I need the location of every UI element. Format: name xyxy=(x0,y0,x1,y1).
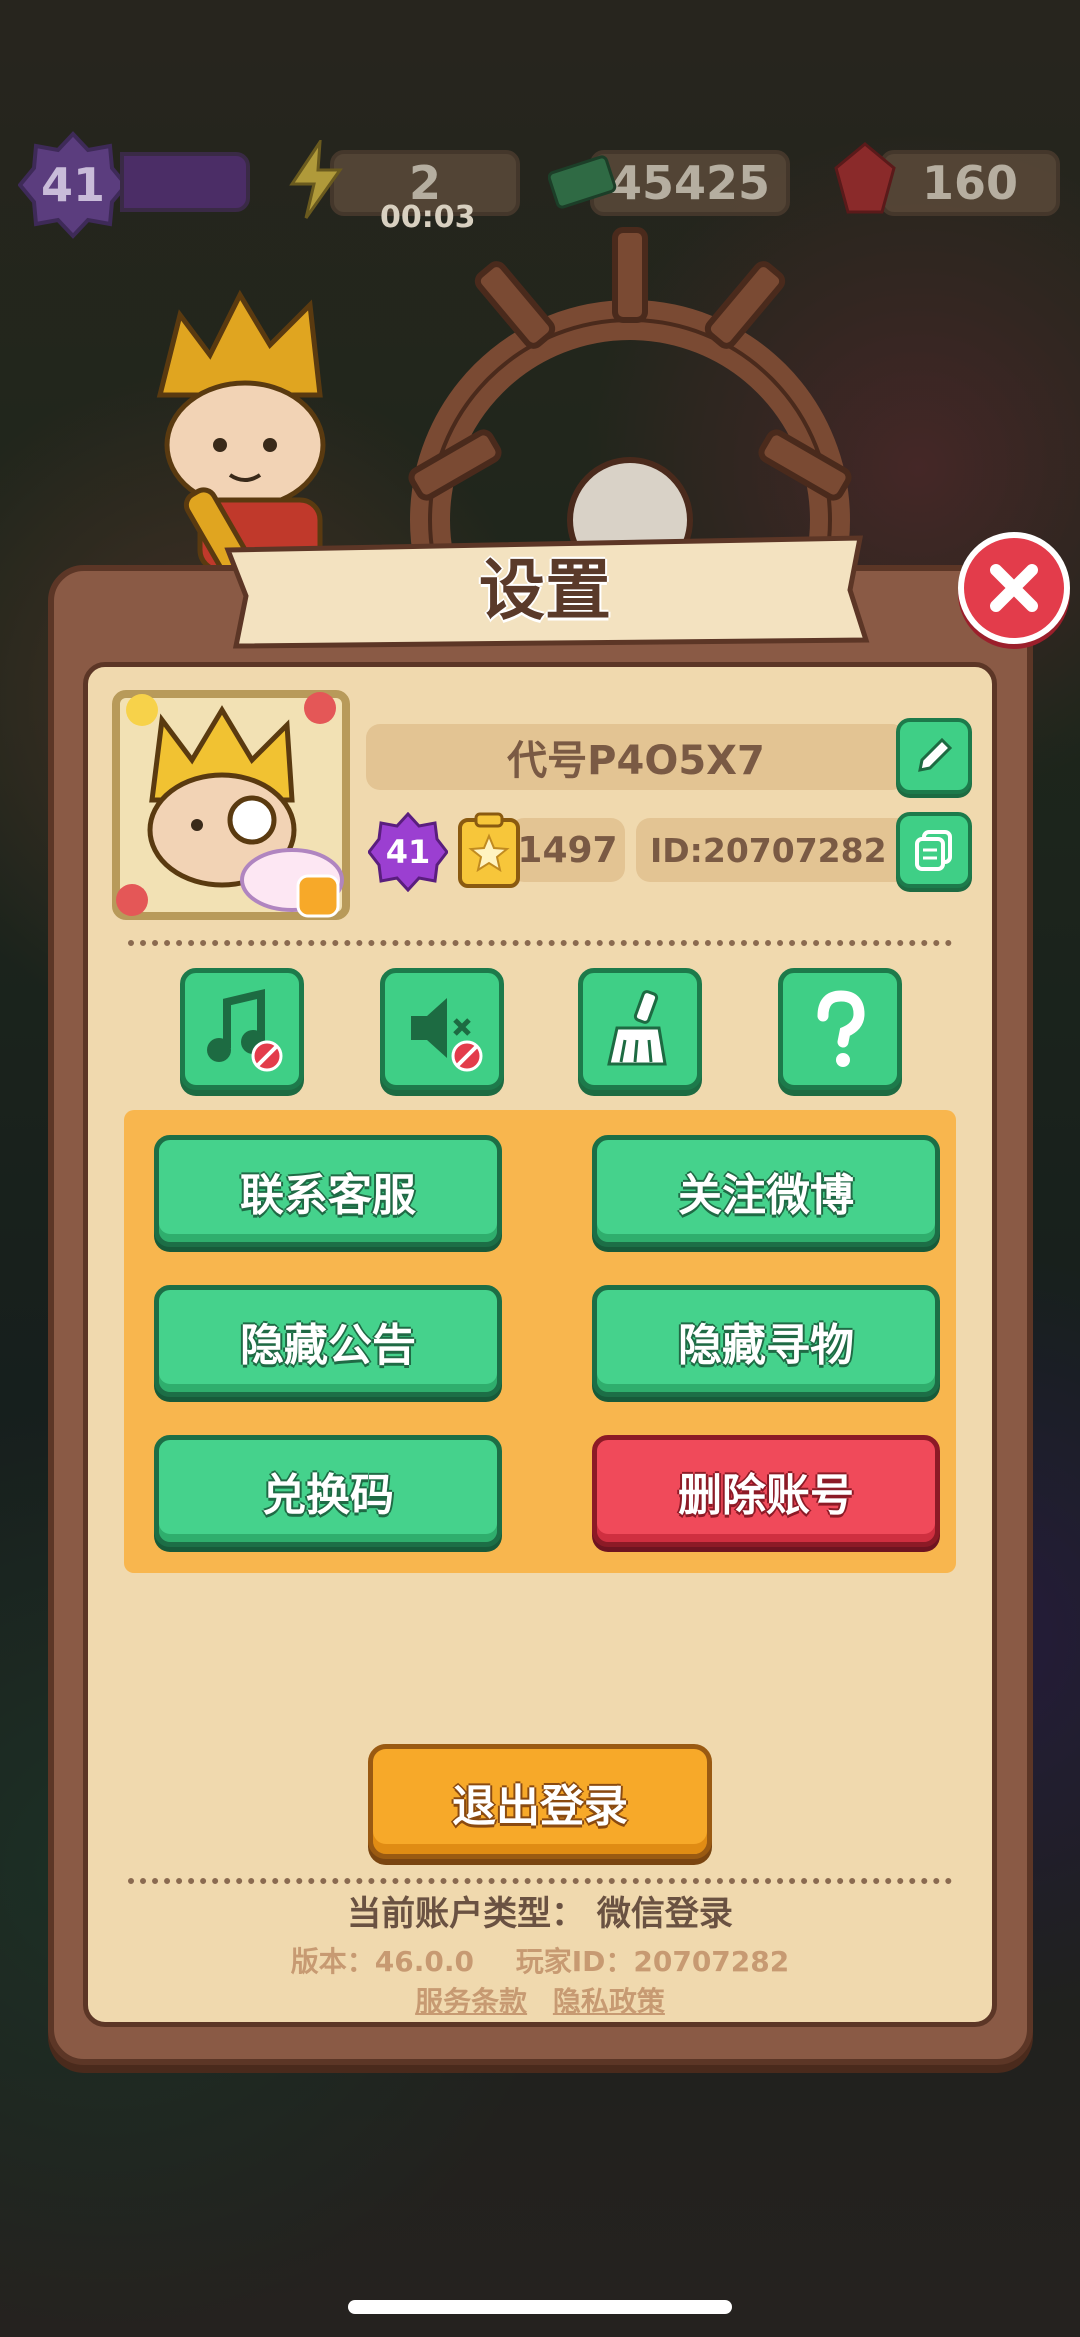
broom-icon xyxy=(607,990,667,1066)
settings-title: 设置 xyxy=(479,552,611,629)
copy-icon xyxy=(915,830,952,871)
version-label: 版本：46.0.0 xyxy=(290,1945,474,1978)
divider-top xyxy=(128,940,952,946)
gem-icon xyxy=(834,142,896,214)
hide-search-button[interactable]: 隐藏寻物 xyxy=(592,1285,940,1397)
level-progress-bar xyxy=(120,152,250,212)
account-type: 当前账户类型： 微信登录 xyxy=(347,1894,733,1934)
terms-link[interactable]: 服务条款 xyxy=(415,1985,527,2018)
contact-support-button[interactable]: 联系客服 xyxy=(154,1135,502,1247)
gem-counter[interactable]: 160 xyxy=(880,150,1060,216)
divider-bottom xyxy=(128,1878,952,1884)
clear-cache-button[interactable] xyxy=(578,968,702,1090)
star-clipboard-icon xyxy=(458,812,520,888)
player-name: 代号P4O5X7 xyxy=(366,724,906,790)
sound-off-icon xyxy=(411,998,483,1072)
cash-counter[interactable]: 45425 xyxy=(590,150,790,216)
hide-announcement-button[interactable]: 隐藏公告 xyxy=(154,1285,502,1397)
sound-toggle-button[interactable] xyxy=(380,968,504,1090)
music-off-icon xyxy=(207,988,283,1072)
home-indicator[interactable] xyxy=(348,2300,732,2314)
profile-level: 41 xyxy=(385,833,431,871)
copy-id-button[interactable] xyxy=(896,812,972,888)
help-button[interactable] xyxy=(778,968,902,1090)
legal-links: 服务条款 隐私政策 xyxy=(83,1980,997,2020)
player-avatar[interactable] xyxy=(102,680,360,930)
cash-value: 45425 xyxy=(609,156,771,210)
follow-weibo-button[interactable]: 关注微博 xyxy=(592,1135,940,1247)
edit-name-button[interactable] xyxy=(896,718,972,794)
gem-value: 160 xyxy=(921,156,1019,210)
lightning-icon xyxy=(289,140,343,219)
pencil-icon xyxy=(918,737,953,772)
delete-account-button[interactable]: 删除账号 xyxy=(592,1435,940,1547)
redeem-code-button[interactable]: 兑换码 xyxy=(154,1435,502,1547)
score-value: 1497 xyxy=(510,818,625,882)
logout-button[interactable]: 退出登录 xyxy=(368,1744,712,1859)
player-id-label: 玩家ID：20707282 xyxy=(515,1945,790,1978)
privacy-link[interactable]: 隐私政策 xyxy=(553,1985,665,2018)
player-id: ID:20707282 xyxy=(636,818,926,882)
music-toggle-button[interactable] xyxy=(180,968,304,1090)
question-icon xyxy=(817,990,865,1067)
hud-level: 41 xyxy=(40,158,105,212)
cash-icon xyxy=(548,155,617,209)
version-info: 版本：46.0.0 玩家ID：20707282 xyxy=(83,1940,997,1980)
close-icon xyxy=(990,564,1038,612)
close-button[interactable] xyxy=(958,532,1070,644)
